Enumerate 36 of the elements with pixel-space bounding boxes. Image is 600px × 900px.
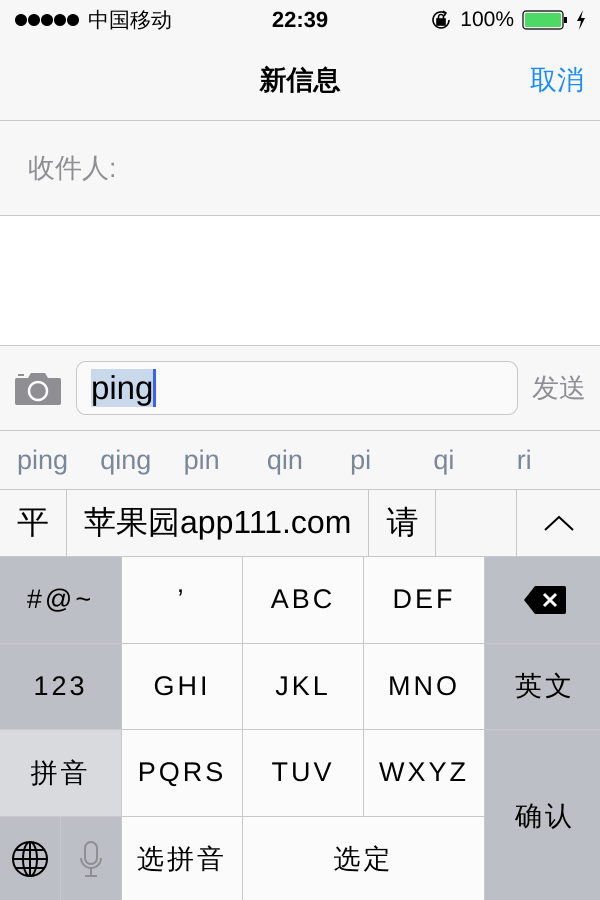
signal-icon	[14, 13, 80, 27]
battery-percent: 100%	[460, 8, 514, 32]
keyboard-key[interactable]: TUV	[243, 730, 363, 816]
candidate-word[interactable]: 苹果园app111.com	[67, 490, 370, 556]
keyboard-key[interactable]: ’	[122, 557, 242, 642]
recipient-label: 收件人:	[28, 152, 117, 185]
keyboard-key[interactable]: 拼音	[0, 730, 121, 816]
keyboard-key[interactable]: 英文	[485, 644, 600, 729]
message-field[interactable]: ping	[76, 361, 518, 415]
camera-icon[interactable]	[14, 370, 62, 406]
battery-icon	[522, 10, 568, 30]
keyboard-key[interactable]: #@~	[0, 557, 121, 642]
rotation-lock-icon	[430, 9, 452, 31]
keyboard-key[interactable]: 123	[0, 644, 121, 729]
charging-bolt-icon	[576, 10, 586, 30]
keyboard-key[interactable]: 选定	[243, 816, 484, 900]
clock-time: 22:39	[272, 7, 328, 33]
keyboard-key[interactable]: GHI	[122, 644, 242, 729]
screen-title: 新信息	[260, 64, 340, 97]
keyboard-key[interactable]: PQRS	[122, 730, 242, 816]
keyboard-key[interactable]: MNO	[364, 644, 484, 729]
keyboard-key[interactable]: 选拼音	[122, 816, 242, 900]
keyboard-key[interactable]: 确认	[485, 730, 600, 900]
chevron-up-icon	[542, 514, 574, 532]
keyboard-key[interactable]	[485, 557, 600, 642]
globe-icon	[11, 840, 49, 878]
keyboard-key[interactable]	[0, 816, 60, 900]
keyboard-key[interactable]: DEF	[364, 557, 484, 642]
keyboard-key[interactable]: ABC	[243, 557, 363, 642]
microphone-icon	[79, 840, 103, 878]
keyboard-key[interactable]: WXYZ	[364, 730, 484, 816]
candidate-word[interactable]: 请	[369, 490, 436, 556]
keyboard-key[interactable]: JKL	[243, 644, 363, 729]
backspace-icon	[523, 584, 567, 615]
candidate-word[interactable]: 平	[0, 490, 67, 556]
carrier-name: 中国移动	[88, 8, 172, 34]
